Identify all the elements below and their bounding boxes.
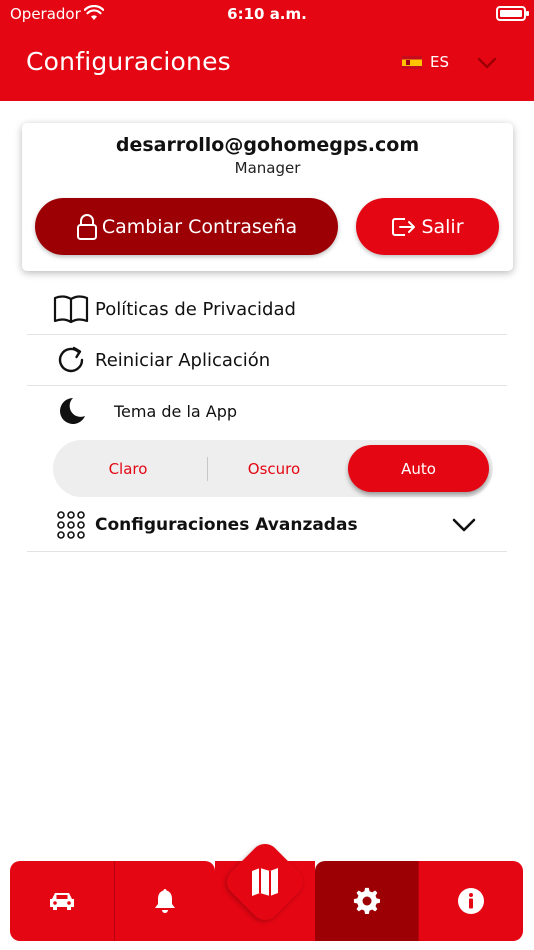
menu-item-advanced-settings[interactable]: Configuraciones Avanzadas [27, 499, 507, 552]
theme-option-auto[interactable]: Auto [348, 445, 489, 492]
car-icon [50, 893, 74, 910]
tab-alerts[interactable] [115, 861, 215, 941]
refresh-icon [52, 343, 90, 377]
theme-option-light[interactable]: Claro [53, 440, 203, 497]
bottom-tab-bar [10, 838, 523, 941]
theme-label: Tema de la App [114, 401, 238, 421]
status-bar: Operador 6:10 a.m. [0, 0, 534, 30]
change-password-label: Cambiar Contraseña [101, 215, 298, 238]
dots-grid-icon [52, 508, 90, 542]
menu-item-restart[interactable]: Reiniciar Aplicación [27, 335, 507, 386]
change-password-button[interactable]: Cambiar Contraseña [35, 198, 338, 255]
chevron-down-icon[interactable] [477, 57, 497, 69]
page-title: Configuraciones [26, 47, 231, 76]
chevron-down-icon[interactable] [452, 518, 476, 532]
tab-map[interactable] [221, 838, 309, 926]
book-icon [52, 292, 90, 326]
tab-info[interactable] [419, 861, 523, 941]
menu-item-theme: Tema de la App [27, 386, 507, 436]
theme-segmented-control: Claro Oscuro Auto [53, 440, 493, 497]
logout-icon [392, 217, 416, 236]
status-time: 6:10 a.m. [227, 5, 307, 23]
user-role: Manager [234, 159, 301, 177]
map-icon [252, 868, 278, 896]
spain-flag-icon [402, 55, 422, 69]
advanced-settings-label: Configuraciones Avanzadas [95, 515, 358, 535]
menu-item-privacy-label: Políticas de Privacidad [95, 298, 296, 320]
menu-item-restart-label: Reiniciar Aplicación [95, 349, 271, 371]
gear-icon [353, 887, 380, 914]
battery-icon [496, 6, 529, 21]
user-email: desarrollo@gohomegps.com [115, 134, 420, 156]
bell-icon [155, 889, 175, 913]
theme-option-dark[interactable]: Oscuro [203, 440, 345, 497]
info-icon [458, 888, 484, 914]
language-selector[interactable]: ES [402, 52, 449, 72]
logout-button[interactable]: Salir [356, 198, 499, 255]
moon-icon [52, 394, 90, 428]
language-code: ES [430, 53, 449, 71]
lock-icon [76, 213, 97, 240]
account-card: desarrollo@gohomegps.com Manager Cambiar… [22, 123, 513, 271]
app-header: Operador 6:10 a.m. Configuraciones ES [0, 0, 534, 101]
menu-item-privacy[interactable]: Políticas de Privacidad [27, 284, 507, 335]
tab-settings[interactable] [315, 861, 418, 941]
tab-vehicles[interactable] [10, 861, 114, 941]
logout-label: Salir [421, 215, 464, 238]
